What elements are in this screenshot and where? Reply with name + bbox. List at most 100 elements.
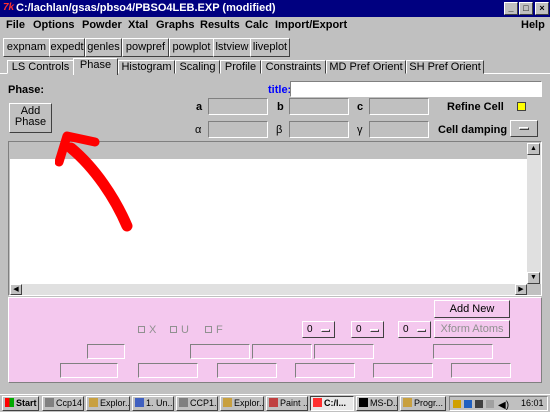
menu-calc[interactable]: Calc	[245, 19, 268, 31]
menu-help[interactable]: Help	[521, 19, 545, 31]
taskbar-item-ccp1[interactable]: CCP1...	[176, 396, 218, 411]
refine-x-checkbox[interactable]: X	[138, 324, 156, 336]
tray-network-icon[interactable]	[464, 400, 472, 408]
cell-c-input[interactable]	[369, 98, 429, 115]
taskbar-item-untitled[interactable]: 1. Un...	[132, 396, 174, 411]
lstview-button[interactable]: lstview	[213, 38, 251, 57]
window-title: C:/lachlan/gsas/pbso4/PBSO4LEB.EXP (modi…	[16, 2, 276, 14]
atom-field[interactable]	[451, 363, 511, 378]
cell-gamma-input[interactable]	[369, 121, 429, 138]
expedt-button[interactable]: expedt	[49, 38, 85, 57]
window-icon	[45, 398, 54, 407]
tab-profile[interactable]: Profile	[220, 60, 261, 74]
close-button[interactable]: ×	[535, 2, 549, 15]
powpref-button[interactable]: powpref	[122, 38, 169, 57]
taskbar-item-explorer-1[interactable]: Explor...	[86, 396, 130, 411]
atom-field[interactable]	[433, 344, 493, 359]
tab-constraints[interactable]: Constraints	[261, 60, 326, 74]
cell-gamma-label: γ	[357, 124, 363, 136]
refine-cell-label: Refine Cell	[447, 101, 504, 113]
taskbar-item-paint[interactable]: Paint ...	[266, 396, 308, 411]
atom-field[interactable]	[190, 344, 250, 359]
cell-b-input[interactable]	[289, 98, 349, 115]
add-phase-label-line2: Phase	[14, 116, 47, 128]
window-icon	[179, 398, 188, 407]
menu-indicator-icon	[321, 329, 330, 332]
cell-alpha-label: α	[195, 124, 202, 136]
xform-atoms-button[interactable]: Xform Atoms	[434, 320, 510, 338]
liveplot-button[interactable]: liveplot	[250, 38, 290, 57]
menu-xtal[interactable]: Xtal	[128, 19, 148, 31]
atom-list-horizontal-scrollbar[interactable]: ◀ ▶	[10, 284, 527, 295]
refine-f-checkbox[interactable]: F	[205, 324, 223, 336]
damp-f-menu[interactable]: 0	[398, 321, 431, 338]
tab-scaling[interactable]: Scaling	[175, 60, 220, 74]
taskbar-item-ms-dos[interactable]: MS-D...	[356, 396, 398, 411]
atom-field[interactable]	[373, 363, 433, 378]
phase-title-input[interactable]	[290, 81, 542, 97]
damp-x-menu[interactable]: 0	[302, 321, 335, 338]
tab-md-pref-orient[interactable]: MD Pref Orient	[326, 60, 406, 74]
add-phase-button[interactable]: Add Phase	[9, 103, 52, 133]
cell-beta-label: β	[276, 124, 283, 136]
expnam-button[interactable]: expnam	[3, 38, 50, 57]
menu-indicator-icon	[519, 127, 529, 130]
menubar: File Options Powder Xtal Graphs Results …	[0, 17, 550, 35]
scroll-right-icon[interactable]: ▶	[515, 284, 527, 295]
tray-monitor-icon[interactable]	[475, 400, 483, 408]
genles-button[interactable]: genles	[85, 38, 122, 57]
atom-field[interactable]	[295, 363, 355, 378]
tk-feather-icon[interactable]: 7k	[3, 2, 15, 14]
cell-c-label: c	[357, 101, 364, 113]
refine-cell-checkbox[interactable]	[517, 102, 526, 111]
tab-phase[interactable]: Phase	[73, 58, 118, 75]
damp-u-menu[interactable]: 0	[351, 321, 384, 338]
taskbar-item-ccp14[interactable]: Ccp14	[42, 396, 84, 411]
atom-field[interactable]	[314, 344, 374, 359]
atom-list-vertical-scrollbar[interactable]: ▲ ▼	[527, 143, 541, 284]
scroll-left-icon[interactable]: ◀	[10, 284, 22, 295]
cell-alpha-input[interactable]	[208, 121, 268, 138]
system-tray: ◀) 16:01	[449, 396, 548, 411]
maximize-button[interactable]: □	[519, 2, 533, 15]
atom-field[interactable]	[252, 344, 312, 359]
tray-volume-icon[interactable]: ◀)	[498, 399, 509, 412]
clock[interactable]: 16:01	[521, 397, 544, 410]
menu-file[interactable]: File	[6, 19, 25, 31]
scroll-down-icon[interactable]: ▼	[527, 272, 540, 284]
menu-options[interactable]: Options	[33, 19, 75, 31]
cell-beta-input[interactable]	[289, 121, 349, 138]
atom-field[interactable]	[138, 363, 198, 378]
cell-a-input[interactable]	[208, 98, 268, 115]
scroll-up-icon[interactable]: ▲	[527, 143, 540, 155]
start-button[interactable]: Start	[2, 396, 39, 411]
powplot-button[interactable]: powplot	[169, 38, 214, 57]
add-new-atoms-button[interactable]: Add New Atoms	[434, 300, 510, 331]
title-label: title:	[268, 84, 292, 96]
menu-powder[interactable]: Powder	[82, 19, 122, 31]
cell-b-label: b	[277, 101, 284, 113]
tray-app-icon[interactable]	[453, 400, 461, 408]
tab-ls-controls[interactable]: LS Controls	[7, 60, 74, 74]
atom-field[interactable]	[87, 344, 125, 359]
taskbar-item-gsas[interactable]: C:/l...	[310, 396, 354, 411]
taskbar-item-explorer-2[interactable]: Explor...	[220, 396, 264, 411]
menu-import-export[interactable]: Import/Export	[275, 19, 347, 31]
atom-field[interactable]	[60, 363, 118, 378]
menu-results[interactable]: Results	[200, 19, 240, 31]
tab-sh-pref-orient[interactable]: SH Pref Orient	[406, 60, 484, 74]
tab-histogram[interactable]: Histogram	[118, 60, 175, 74]
folder-icon	[403, 398, 412, 407]
atom-field[interactable]	[217, 363, 277, 378]
menu-indicator-icon	[370, 329, 379, 332]
refine-u-checkbox[interactable]: U	[170, 324, 189, 336]
tray-display-icon[interactable]	[486, 400, 494, 408]
taskbar-item-programs[interactable]: Progr...	[400, 396, 446, 411]
cell-damping-menu[interactable]	[510, 120, 538, 137]
phase-label: Phase:	[8, 84, 45, 96]
red-arrow-annotation	[55, 131, 133, 232]
cell-damping-label: Cell damping	[438, 124, 508, 136]
window-title-bar[interactable]: 7k C:/lachlan/gsas/pbso4/PBSO4LEB.EXP (m…	[0, 0, 550, 17]
menu-graphs[interactable]: Graphs	[156, 19, 195, 31]
minimize-button[interactable]: _	[504, 2, 518, 15]
